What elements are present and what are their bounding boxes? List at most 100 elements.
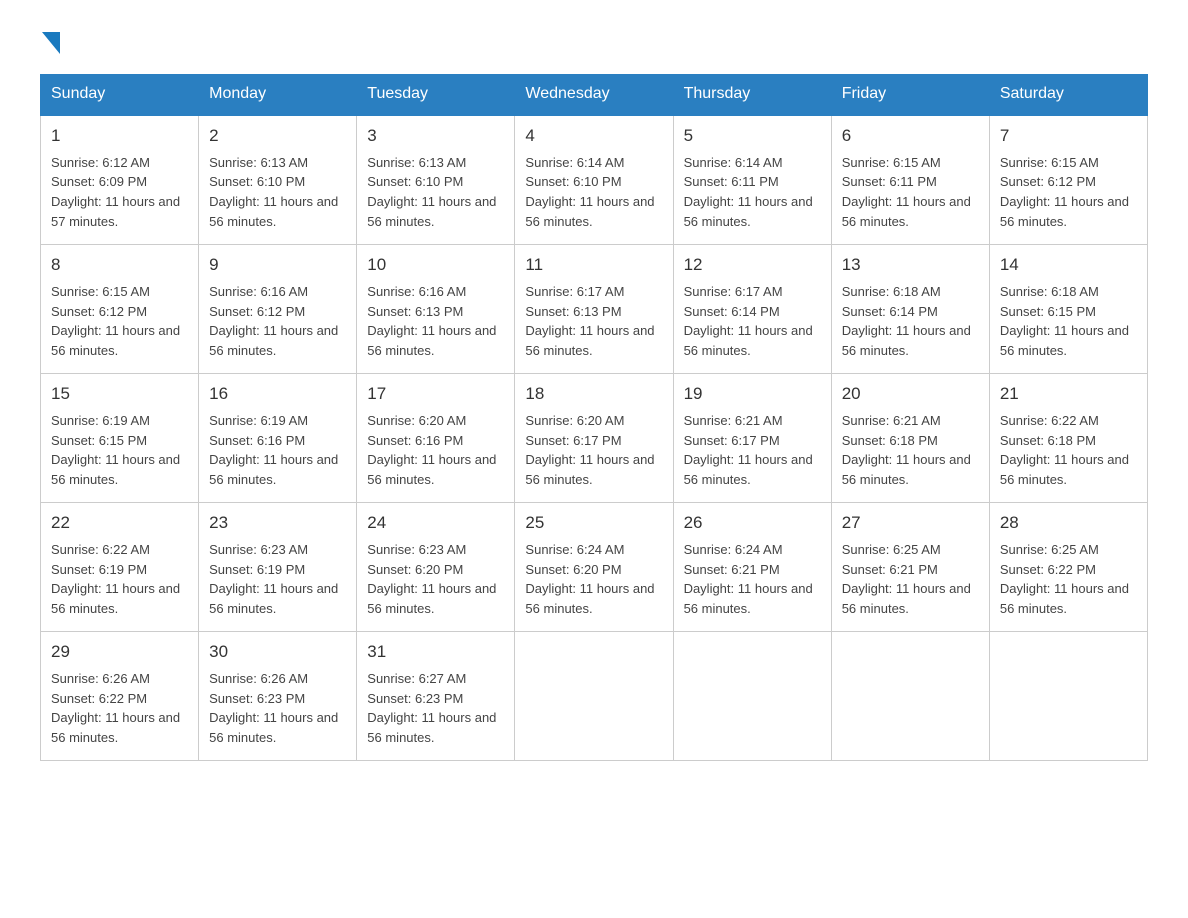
calendar-cell: 8 Sunrise: 6:15 AMSunset: 6:12 PMDaylight… xyxy=(41,245,199,374)
calendar-cell: 9 Sunrise: 6:16 AMSunset: 6:12 PMDaylight… xyxy=(199,245,357,374)
calendar-cell: 14 Sunrise: 6:18 AMSunset: 6:15 PMDayligh… xyxy=(989,245,1147,374)
calendar-cell: 30 Sunrise: 6:26 AMSunset: 6:23 PMDayligh… xyxy=(199,632,357,761)
calendar-week-1: 1 Sunrise: 6:12 AMSunset: 6:09 PMDaylight… xyxy=(41,115,1148,245)
day-info: Sunrise: 6:17 AMSunset: 6:14 PMDaylight:… xyxy=(684,284,813,359)
calendar-cell: 17 Sunrise: 6:20 AMSunset: 6:16 PMDayligh… xyxy=(357,374,515,503)
calendar-cell: 7 Sunrise: 6:15 AMSunset: 6:12 PMDaylight… xyxy=(989,115,1147,245)
calendar-week-5: 29 Sunrise: 6:26 AMSunset: 6:22 PMDayligh… xyxy=(41,632,1148,761)
day-info: Sunrise: 6:14 AMSunset: 6:11 PMDaylight:… xyxy=(684,155,813,230)
day-number: 20 xyxy=(842,382,979,407)
day-info: Sunrise: 6:27 AMSunset: 6:23 PMDaylight:… xyxy=(367,671,496,746)
calendar-header-row: SundayMondayTuesdayWednesdayThursdayFrid… xyxy=(41,75,1148,115)
calendar-table: SundayMondayTuesdayWednesdayThursdayFrid… xyxy=(40,74,1148,761)
day-number: 11 xyxy=(525,253,662,278)
calendar-cell: 3 Sunrise: 6:13 AMSunset: 6:10 PMDaylight… xyxy=(357,115,515,245)
calendar-week-3: 15 Sunrise: 6:19 AMSunset: 6:15 PMDayligh… xyxy=(41,374,1148,503)
day-info: Sunrise: 6:21 AMSunset: 6:17 PMDaylight:… xyxy=(684,413,813,488)
calendar-cell: 27 Sunrise: 6:25 AMSunset: 6:21 PMDayligh… xyxy=(831,503,989,632)
day-info: Sunrise: 6:12 AMSunset: 6:09 PMDaylight:… xyxy=(51,155,180,230)
calendar-cell xyxy=(515,632,673,761)
day-number: 30 xyxy=(209,640,346,665)
day-number: 7 xyxy=(1000,124,1137,149)
day-number: 18 xyxy=(525,382,662,407)
day-info: Sunrise: 6:23 AMSunset: 6:20 PMDaylight:… xyxy=(367,542,496,617)
calendar-cell xyxy=(989,632,1147,761)
day-info: Sunrise: 6:13 AMSunset: 6:10 PMDaylight:… xyxy=(209,155,338,230)
day-info: Sunrise: 6:15 AMSunset: 6:12 PMDaylight:… xyxy=(1000,155,1129,230)
day-info: Sunrise: 6:23 AMSunset: 6:19 PMDaylight:… xyxy=(209,542,338,617)
day-info: Sunrise: 6:24 AMSunset: 6:21 PMDaylight:… xyxy=(684,542,813,617)
day-info: Sunrise: 6:20 AMSunset: 6:16 PMDaylight:… xyxy=(367,413,496,488)
calendar-cell: 19 Sunrise: 6:21 AMSunset: 6:17 PMDayligh… xyxy=(673,374,831,503)
day-number: 22 xyxy=(51,511,188,536)
calendar-cell: 21 Sunrise: 6:22 AMSunset: 6:18 PMDayligh… xyxy=(989,374,1147,503)
calendar-cell: 31 Sunrise: 6:27 AMSunset: 6:23 PMDayligh… xyxy=(357,632,515,761)
calendar-cell: 15 Sunrise: 6:19 AMSunset: 6:15 PMDayligh… xyxy=(41,374,199,503)
header-cell-saturday: Saturday xyxy=(989,75,1147,115)
header-cell-wednesday: Wednesday xyxy=(515,75,673,115)
day-info: Sunrise: 6:16 AMSunset: 6:12 PMDaylight:… xyxy=(209,284,338,359)
day-info: Sunrise: 6:16 AMSunset: 6:13 PMDaylight:… xyxy=(367,284,496,359)
day-info: Sunrise: 6:25 AMSunset: 6:21 PMDaylight:… xyxy=(842,542,971,617)
day-info: Sunrise: 6:24 AMSunset: 6:20 PMDaylight:… xyxy=(525,542,654,617)
header-cell-sunday: Sunday xyxy=(41,75,199,115)
day-info: Sunrise: 6:14 AMSunset: 6:10 PMDaylight:… xyxy=(525,155,654,230)
day-number: 2 xyxy=(209,124,346,149)
header-cell-tuesday: Tuesday xyxy=(357,75,515,115)
day-info: Sunrise: 6:15 AMSunset: 6:12 PMDaylight:… xyxy=(51,284,180,359)
day-number: 19 xyxy=(684,382,821,407)
logo xyxy=(40,30,60,54)
day-number: 4 xyxy=(525,124,662,149)
day-number: 17 xyxy=(367,382,504,407)
day-info: Sunrise: 6:26 AMSunset: 6:22 PMDaylight:… xyxy=(51,671,180,746)
calendar-cell: 12Sunrise: 6:17 AMSunset: 6:14 PMDayligh… xyxy=(673,245,831,374)
day-info: Sunrise: 6:26 AMSunset: 6:23 PMDaylight:… xyxy=(209,671,338,746)
calendar-cell: 25Sunrise: 6:24 AMSunset: 6:20 PMDayligh… xyxy=(515,503,673,632)
calendar-cell: 18 Sunrise: 6:20 AMSunset: 6:17 PMDayligh… xyxy=(515,374,673,503)
day-number: 13 xyxy=(842,253,979,278)
day-number: 26 xyxy=(684,511,821,536)
calendar-cell: 23 Sunrise: 6:23 AMSunset: 6:19 PMDayligh… xyxy=(199,503,357,632)
day-info: Sunrise: 6:18 AMSunset: 6:14 PMDaylight:… xyxy=(842,284,971,359)
calendar-cell: 16Sunrise: 6:19 AMSunset: 6:16 PMDayligh… xyxy=(199,374,357,503)
day-number: 10 xyxy=(367,253,504,278)
calendar-cell xyxy=(673,632,831,761)
calendar-cell: 1 Sunrise: 6:12 AMSunset: 6:09 PMDaylight… xyxy=(41,115,199,245)
day-number: 28 xyxy=(1000,511,1137,536)
day-number: 5 xyxy=(684,124,821,149)
day-number: 15 xyxy=(51,382,188,407)
day-number: 1 xyxy=(51,124,188,149)
day-number: 6 xyxy=(842,124,979,149)
calendar-cell: 24Sunrise: 6:23 AMSunset: 6:20 PMDayligh… xyxy=(357,503,515,632)
day-number: 31 xyxy=(367,640,504,665)
day-info: Sunrise: 6:19 AMSunset: 6:15 PMDaylight:… xyxy=(51,413,180,488)
calendar-cell: 5 Sunrise: 6:14 AMSunset: 6:11 PMDaylight… xyxy=(673,115,831,245)
day-number: 3 xyxy=(367,124,504,149)
calendar-cell: 13 Sunrise: 6:18 AMSunset: 6:14 PMDayligh… xyxy=(831,245,989,374)
day-number: 29 xyxy=(51,640,188,665)
calendar-cell: 10 Sunrise: 6:16 AMSunset: 6:13 PMDayligh… xyxy=(357,245,515,374)
calendar-cell: 22 Sunrise: 6:22 AMSunset: 6:19 PMDayligh… xyxy=(41,503,199,632)
calendar-cell: 28 Sunrise: 6:25 AMSunset: 6:22 PMDayligh… xyxy=(989,503,1147,632)
calendar-week-2: 8 Sunrise: 6:15 AMSunset: 6:12 PMDaylight… xyxy=(41,245,1148,374)
day-number: 27 xyxy=(842,511,979,536)
calendar-cell: 11Sunrise: 6:17 AMSunset: 6:13 PMDayligh… xyxy=(515,245,673,374)
page-header xyxy=(40,30,1148,54)
header-cell-thursday: Thursday xyxy=(673,75,831,115)
day-number: 8 xyxy=(51,253,188,278)
day-info: Sunrise: 6:21 AMSunset: 6:18 PMDaylight:… xyxy=(842,413,971,488)
day-number: 14 xyxy=(1000,253,1137,278)
day-number: 9 xyxy=(209,253,346,278)
calendar-cell: 2 Sunrise: 6:13 AMSunset: 6:10 PMDaylight… xyxy=(199,115,357,245)
day-info: Sunrise: 6:22 AMSunset: 6:18 PMDaylight:… xyxy=(1000,413,1129,488)
day-info: Sunrise: 6:25 AMSunset: 6:22 PMDaylight:… xyxy=(1000,542,1129,617)
day-info: Sunrise: 6:18 AMSunset: 6:15 PMDaylight:… xyxy=(1000,284,1129,359)
day-info: Sunrise: 6:20 AMSunset: 6:17 PMDaylight:… xyxy=(525,413,654,488)
calendar-cell: 26 Sunrise: 6:24 AMSunset: 6:21 PMDayligh… xyxy=(673,503,831,632)
day-info: Sunrise: 6:22 AMSunset: 6:19 PMDaylight:… xyxy=(51,542,180,617)
day-number: 23 xyxy=(209,511,346,536)
calendar-cell: 4 Sunrise: 6:14 AMSunset: 6:10 PMDaylight… xyxy=(515,115,673,245)
day-number: 21 xyxy=(1000,382,1137,407)
calendar-cell: 6Sunrise: 6:15 AMSunset: 6:11 PMDaylight… xyxy=(831,115,989,245)
day-info: Sunrise: 6:13 AMSunset: 6:10 PMDaylight:… xyxy=(367,155,496,230)
